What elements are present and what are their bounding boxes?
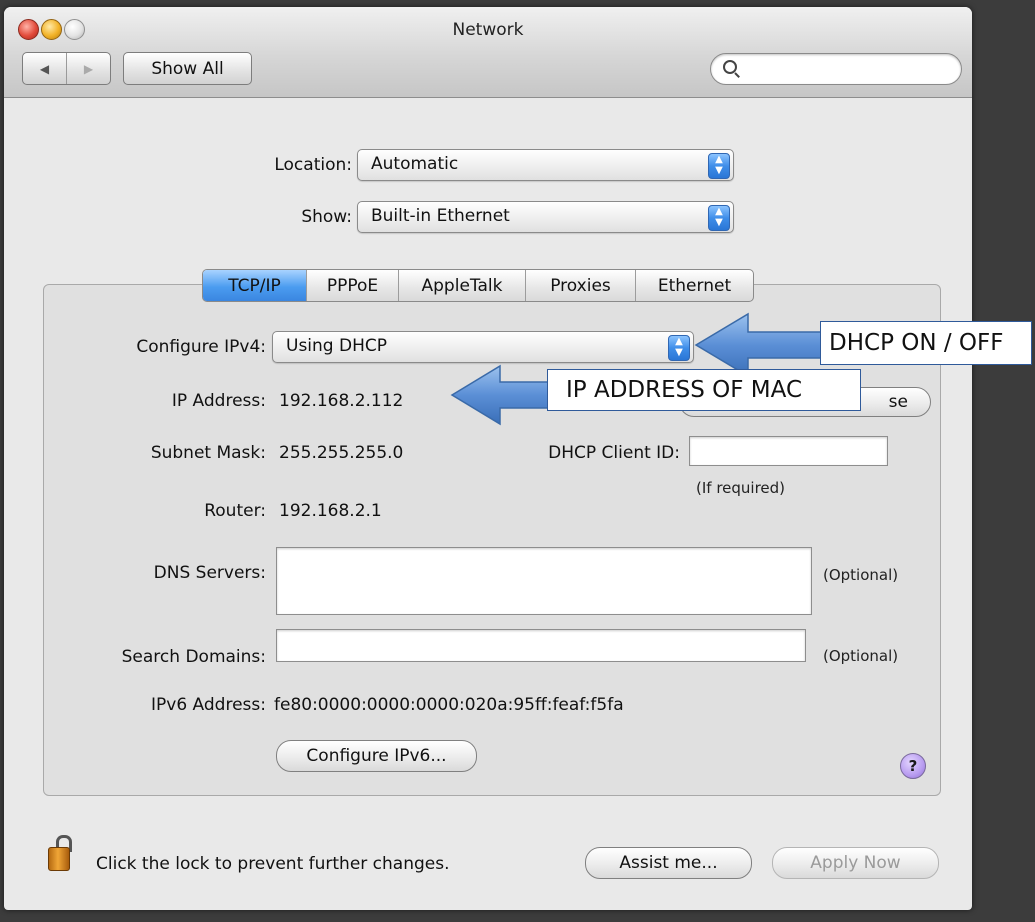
show-popup[interactable]: Built-in Ethernet ▲ ▼ (357, 201, 734, 233)
tab-tcpip[interactable]: TCP/IP (203, 270, 307, 301)
show-label: Show: (301, 207, 352, 227)
stepper-arrows-icon: ▲ ▼ (708, 153, 730, 179)
search-field[interactable] (710, 53, 962, 85)
subnet-mask-value: 255.255.255.0 (279, 443, 404, 463)
stepper-arrows-icon: ▲ ▼ (668, 335, 690, 361)
configure-ipv4-value: Using DHCP (286, 336, 387, 356)
tab-appletalk[interactable]: AppleTalk (399, 270, 526, 301)
forward-arrow-icon[interactable]: ▶ (67, 53, 110, 84)
ip-address-label: IP Address: (171, 391, 266, 411)
search-domains-hint: (Optional) (823, 647, 899, 665)
dhcp-client-id-hint: (If required) (696, 479, 786, 497)
configure-ipv4-label: Configure IPv4: (136, 337, 266, 357)
configure-ipv4-popup[interactable]: Using DHCP ▲ ▼ (272, 331, 694, 363)
subnet-mask-label: Subnet Mask: (150, 443, 266, 463)
search-icon (723, 60, 737, 74)
assist-me-button[interactable]: Assist me... (585, 847, 752, 879)
dhcp-client-id-field[interactable] (689, 436, 888, 466)
search-input[interactable] (741, 57, 950, 81)
ip-address-value: 192.168.2.112 (279, 391, 404, 411)
dns-servers-field[interactable] (276, 547, 812, 615)
show-value: Built-in Ethernet (371, 206, 510, 226)
show-all-button[interactable]: Show All (123, 52, 252, 85)
tab-pppoe[interactable]: PPPoE (307, 270, 399, 301)
ipv6-address-label: IPv6 Address: (151, 695, 266, 715)
location-popup[interactable]: Automatic ▲ ▼ (357, 149, 734, 181)
lock-icon[interactable] (48, 835, 74, 873)
router-value: 192.168.2.1 (279, 501, 382, 521)
tab-proxies[interactable]: Proxies (526, 270, 636, 301)
renew-button-label: se (888, 392, 908, 412)
configure-ipv6-button[interactable]: Configure IPv6... (276, 740, 477, 772)
tab-bar: TCP/IP PPPoE AppleTalk Proxies Ethernet (202, 269, 754, 302)
window-title: Network (452, 20, 524, 40)
stepper-arrows-icon: ▲ ▼ (708, 205, 730, 231)
lock-body (48, 847, 70, 871)
back-arrow-icon[interactable]: ◀ (23, 53, 67, 84)
network-window: Network ◀ ▶ Show All Location: Automatic… (4, 7, 972, 910)
apply-now-button: Apply Now (772, 847, 939, 879)
dhcp-client-id-label: DHCP Client ID: (548, 443, 680, 463)
search-domains-label: Search Domains: (121, 647, 266, 667)
location-label: Location: (274, 155, 352, 175)
title-bar: Network ◀ ▶ Show All (4, 7, 972, 98)
ipv6-address-value: fe80:0000:0000:0000:020a:95ff:feaf:f5fa (274, 695, 624, 715)
router-label: Router: (204, 501, 266, 521)
dhcp-callout: DHCP ON / OFF (820, 321, 1032, 365)
lock-message: Click the lock to prevent further change… (96, 854, 450, 874)
tab-ethernet[interactable]: Ethernet (636, 270, 753, 301)
help-button[interactable]: ? (900, 753, 926, 779)
ip-callout: IP ADDRESS OF MAC (547, 369, 861, 411)
back-forward-control: ◀ ▶ (22, 52, 111, 85)
dns-servers-label: DNS Servers: (153, 563, 266, 583)
dns-servers-hint: (Optional) (823, 566, 899, 584)
search-domains-field[interactable] (276, 629, 806, 662)
location-value: Automatic (371, 154, 459, 174)
